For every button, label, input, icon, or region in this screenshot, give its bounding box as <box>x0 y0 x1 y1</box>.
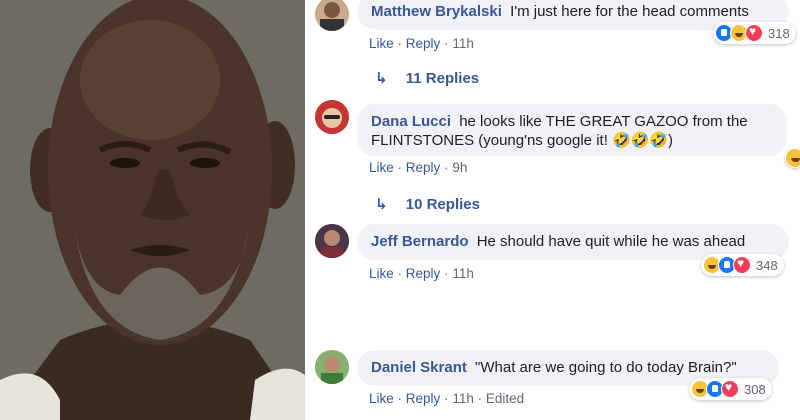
comment-actions: Like · Reply · 9h <box>369 160 468 175</box>
comment-text-line-2: FLINTSTONES (young'ns google it! 🤣🤣🤣) <box>371 132 674 149</box>
reaction-count: 308 <box>744 381 766 397</box>
comment-author[interactable]: Matthew Brykalski <box>371 3 502 20</box>
avatar[interactable] <box>315 224 349 258</box>
like-link[interactable]: Like <box>369 266 394 281</box>
haha-reaction-icon[interactable] <box>785 148 800 168</box>
love-reaction-icon <box>745 24 763 42</box>
comment-time[interactable]: 9h <box>452 160 467 175</box>
avatar[interactable] <box>315 100 349 134</box>
reaction-count: 318 <box>768 25 790 41</box>
reaction-count: 348 <box>756 257 778 273</box>
reply-link[interactable]: Reply <box>406 266 441 281</box>
replies-count[interactable]: 10 Replies <box>406 196 480 213</box>
comment-time[interactable]: 11h <box>452 391 474 406</box>
comment-text: "What are we going to do today Brain?" <box>475 359 737 376</box>
reply-arrow-icon: ↳ <box>375 70 388 87</box>
reply-link[interactable]: Reply <box>406 36 441 51</box>
view-replies-link[interactable]: ↳ 11 Replies <box>375 69 479 87</box>
reaction-summary[interactable]: 348 <box>701 254 784 276</box>
comment-time[interactable]: 11h <box>452 266 474 281</box>
edited-label: Edited <box>485 391 525 406</box>
avatar[interactable] <box>315 0 349 31</box>
reply-link[interactable]: Reply <box>406 160 441 175</box>
like-link[interactable]: Like <box>369 36 394 51</box>
reply-link[interactable]: Reply <box>406 391 441 406</box>
comments-panel: Matthew Brykalski I'm just here for the … <box>305 0 800 420</box>
comment-text: I'm just here for the head comments <box>510 3 749 20</box>
comment-bubble: Dana Lucci he looks like THE GREAT GAZOO… <box>357 104 787 156</box>
comment-text: He should have quit while he was ahead <box>476 233 746 250</box>
reaction-summary[interactable]: 308 <box>689 378 772 400</box>
like-link[interactable]: Like <box>369 391 394 406</box>
love-reaction-icon <box>733 256 751 274</box>
reaction-summary[interactable]: 318 <box>713 22 796 44</box>
view-replies-link[interactable]: ↳ 10 Replies <box>375 195 480 213</box>
comment-author[interactable]: Dana Lucci <box>371 113 451 130</box>
reply-arrow-icon: ↳ <box>375 196 388 213</box>
avatar[interactable] <box>315 350 349 384</box>
love-reaction-icon <box>721 380 739 398</box>
comment-author[interactable]: Daniel Skrant <box>371 359 467 376</box>
comment-actions: Like · Reply · 11h <box>369 36 474 51</box>
comment-time[interactable]: 11h <box>452 36 474 51</box>
like-link[interactable]: Like <box>369 160 394 175</box>
comment-actions: Like · Reply · 11h <box>369 266 474 281</box>
mugshot-photo <box>0 0 305 420</box>
comment-text: he looks like THE GREAT GAZOO from the <box>459 113 748 130</box>
comment-author[interactable]: Jeff Bernardo <box>371 233 469 250</box>
replies-count[interactable]: 11 Replies <box>406 70 479 87</box>
comment-actions: Like · Reply · 11h · Edited <box>369 391 525 406</box>
